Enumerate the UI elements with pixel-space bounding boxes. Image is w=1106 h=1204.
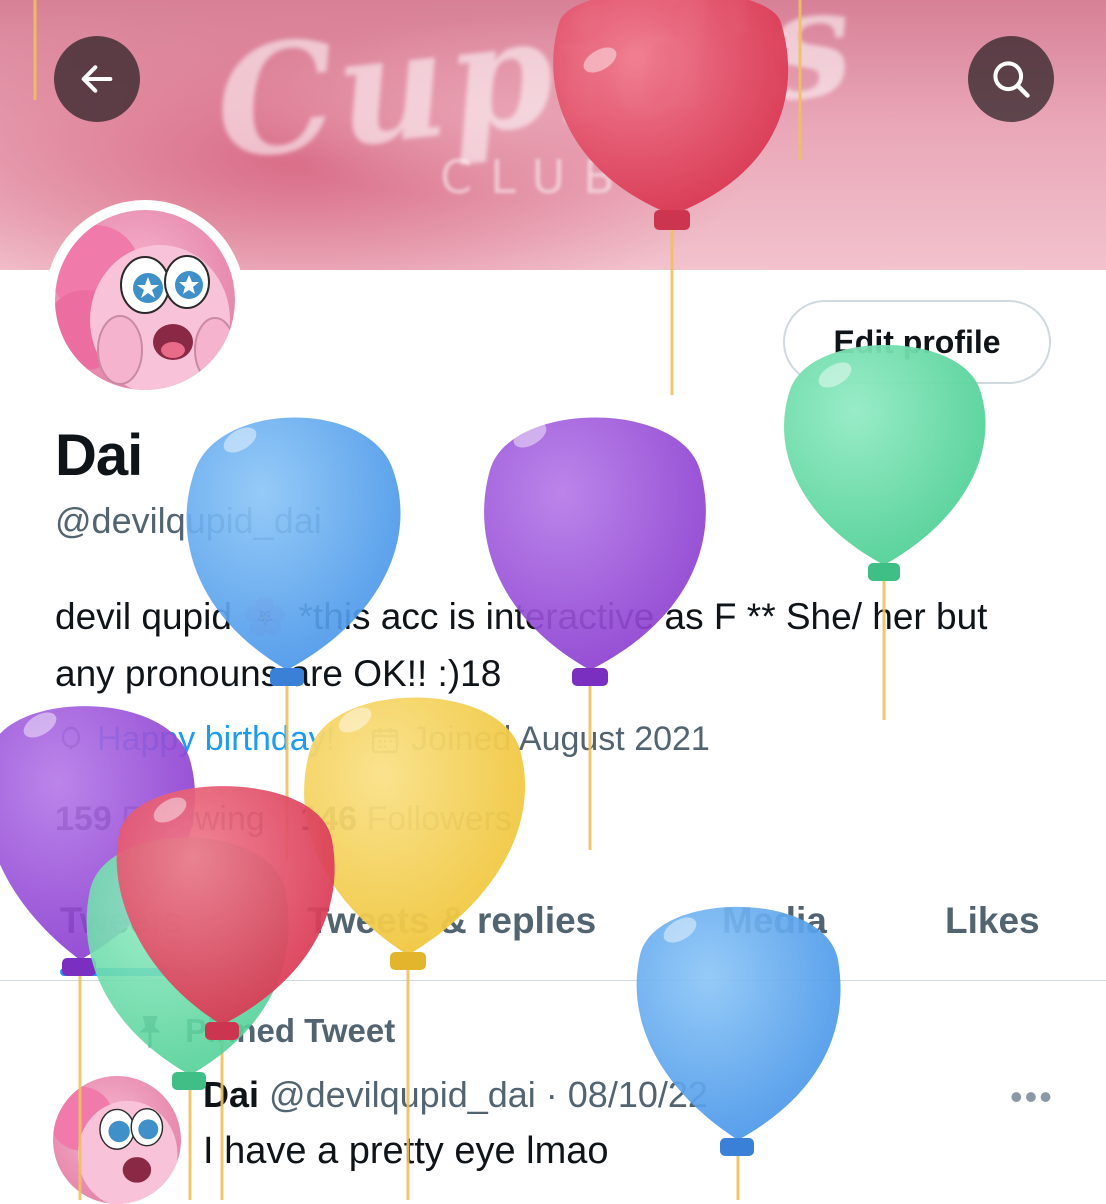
joined-label: Joined August 2021	[411, 720, 710, 758]
joined-item: Joined August 2021	[369, 720, 710, 759]
pinned-label: Pinned Tweet	[185, 1012, 396, 1049]
follow-counts: 159 Following 146 Followers	[55, 800, 512, 839]
followers-link[interactable]: 146 Followers	[300, 800, 512, 838]
calendar-icon	[371, 727, 399, 753]
followers-label: Followers	[366, 800, 512, 838]
tab-tweets-replies[interactable]: Tweets & replies	[307, 900, 596, 942]
tweet-author[interactable]: Dai	[203, 1074, 259, 1115]
following-count: 159	[55, 800, 112, 838]
profile-tabs: Tweets Tweets & replies Media Likes	[0, 880, 1106, 981]
birthday-label: Happy birthday!	[97, 720, 336, 758]
balloon-icon	[61, 726, 81, 749]
tweet-text: I have a pretty eye lmao	[203, 1130, 609, 1172]
search-button[interactable]	[968, 36, 1054, 122]
profile-meta: Happy birthday! Joined August 2021	[55, 720, 744, 759]
avatar-image	[55, 210, 235, 390]
active-tab-indicator	[60, 968, 190, 976]
back-button[interactable]	[54, 36, 140, 122]
following-label: Following	[121, 800, 265, 838]
tab-likes[interactable]: Likes	[945, 900, 1040, 942]
profile-bio: devil qupid 🌸 *this acc is interactive a…	[55, 596, 988, 694]
profile-name: Dai	[55, 423, 143, 488]
tab-tweets[interactable]: Tweets	[60, 900, 183, 942]
pin-icon	[139, 1016, 161, 1048]
tweet-header: Dai @devilqupid_dai · 08/10/22	[203, 1074, 708, 1116]
arrow-left-icon	[81, 65, 113, 93]
search-icon	[993, 61, 1030, 98]
pinned-indicator: Pinned Tweet	[135, 1012, 395, 1050]
followers-count: 146	[300, 800, 357, 838]
tweet-handle-date: @devilqupid_dai · 08/10/22	[269, 1074, 708, 1115]
profile-avatar[interactable]	[45, 200, 245, 400]
edit-profile-button[interactable]: Edit profile	[783, 300, 1051, 384]
tweet-avatar[interactable]	[53, 1076, 181, 1204]
following-link[interactable]: 159 Following	[55, 800, 265, 838]
birthday-item: Happy birthday!	[55, 720, 335, 759]
tab-media[interactable]: Media	[722, 900, 827, 942]
more-icon[interactable]: •••	[1010, 1076, 1054, 1118]
profile-handle: @devilqupid_dai	[55, 500, 322, 541]
banner-sub-text: CLUB	[440, 150, 633, 204]
